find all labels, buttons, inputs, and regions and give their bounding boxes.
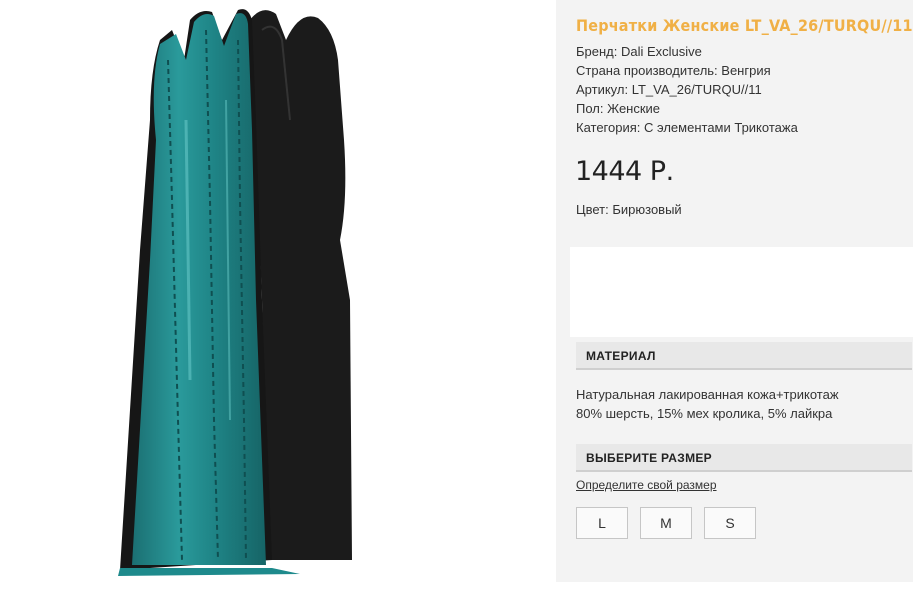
- size-heading: ВЫБЕРИТЕ РАЗМЕР: [586, 451, 712, 465]
- material-header: МАТЕРИАЛ: [576, 342, 912, 370]
- size-button-m[interactable]: M: [640, 507, 692, 539]
- spec-gender: Пол: Женские: [576, 101, 661, 116]
- blank-box: [570, 247, 913, 337]
- product-price: 1444 Р.: [575, 156, 674, 187]
- product-title: Перчатки Женские LT_VA_26/TURQU//11: [576, 16, 913, 35]
- size-button-s[interactable]: S: [704, 507, 756, 539]
- glove-illustration: [118, 9, 352, 576]
- size-button-l[interactable]: L: [576, 507, 628, 539]
- product-info-panel: Перчатки Женские LT_VA_26/TURQU//11 Брен…: [556, 0, 913, 582]
- size-guide-link[interactable]: Определите свой размер: [576, 478, 717, 492]
- size-header: ВЫБЕРИТЕ РАЗМЕР: [576, 444, 912, 472]
- material-heading: МАТЕРИАЛ: [586, 349, 656, 363]
- spec-category: Категория: С элементами Трикотажа: [576, 120, 798, 135]
- spec-article: Артикул: LT_VA_26/TURQU//11: [576, 82, 762, 97]
- product-color: Цвет: Бирюзовый: [576, 202, 682, 217]
- material-line-2: 80% шерсть, 15% мех кролика, 5% лайкра: [576, 406, 833, 421]
- spec-brand: Бренд: Dali Exclusive: [576, 44, 702, 59]
- product-image[interactable]: [0, 0, 556, 582]
- spec-country: Страна производитель: Венгрия: [576, 63, 771, 78]
- material-line-1: Натуральная лакированная кожа+трикотаж: [576, 387, 839, 402]
